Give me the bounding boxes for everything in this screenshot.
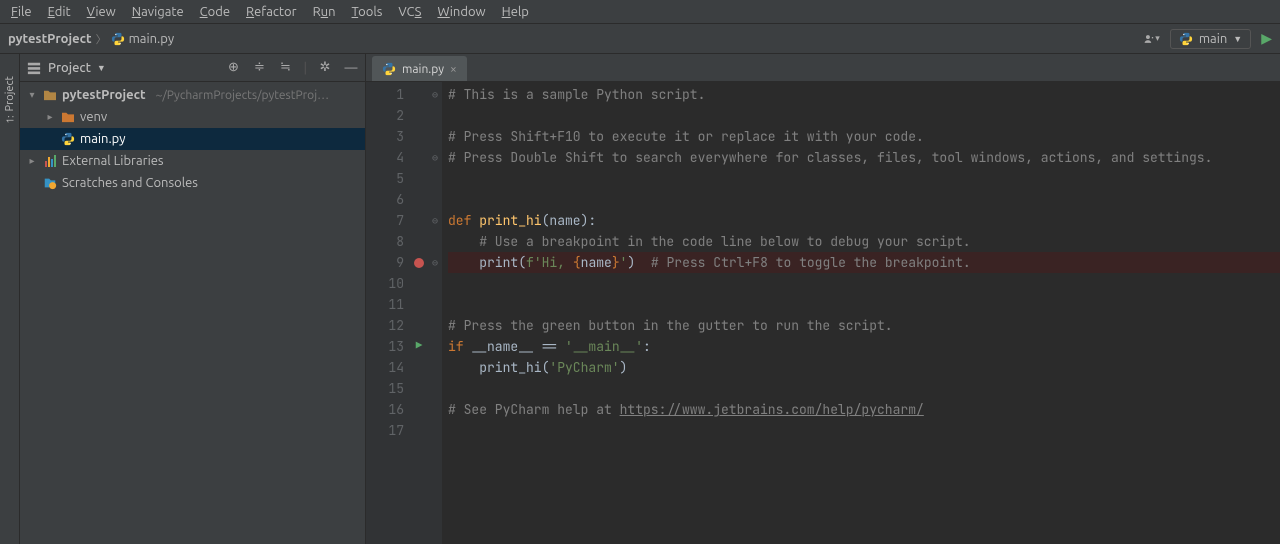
- tree-item-scratches[interactable]: ▸ Scratches and Consoles: [20, 172, 365, 194]
- menu-file[interactable]: File: [4, 3, 39, 21]
- folder-icon: [42, 89, 58, 101]
- expand-all-icon[interactable]: ≑: [252, 60, 268, 76]
- project-tool-tab[interactable]: 1: Project: [4, 76, 16, 123]
- project-panel: Project ▼ ⊕ ≑ ≒ | ✲ — ▾ pytestProject ~: [20, 54, 366, 544]
- chevron-right-icon: 〉: [96, 31, 107, 47]
- chevron-down-icon[interactable]: ▼: [97, 63, 106, 73]
- navbar: pytestProject 〉 main.py ▾ main ▼ ▶: [0, 24, 1280, 54]
- scratches-icon: [42, 176, 58, 190]
- tree-item-label: venv: [80, 110, 107, 124]
- chevron-right-icon[interactable]: ▸: [26, 155, 38, 167]
- menu-help[interactable]: Help: [495, 3, 536, 21]
- tree-item-label: main.py: [80, 132, 126, 146]
- editor-area: main.py × 1234567891011121314151617 ▶ ⊖⊖…: [366, 54, 1280, 544]
- run-config-label: main: [1199, 32, 1227, 46]
- breadcrumb-file-label: main.py: [129, 32, 175, 46]
- chevron-down-icon[interactable]: ▾: [26, 89, 38, 101]
- project-icon: [26, 60, 42, 76]
- add-user-icon[interactable]: ▾: [1144, 31, 1160, 47]
- tree-root-path: ~/PycharmProjects/pytestProj…: [156, 89, 330, 102]
- menu-window[interactable]: Window: [430, 3, 492, 21]
- menu-edit[interactable]: Edit: [41, 3, 78, 21]
- tree-item-label: Scratches and Consoles: [62, 176, 198, 190]
- code-area[interactable]: # This is a sample Python script.# Press…: [442, 82, 1280, 544]
- menu-code[interactable]: Code: [193, 3, 237, 21]
- fold-gutter: ⊖⊖⊖⊖: [428, 82, 442, 544]
- breadcrumb: pytestProject 〉 main.py: [8, 31, 174, 47]
- breakpoint-icon[interactable]: [414, 258, 424, 268]
- menu-navigate[interactable]: Navigate: [125, 3, 191, 21]
- tree-item-venv[interactable]: ▸ venv: [20, 106, 365, 128]
- hide-icon[interactable]: —: [343, 60, 359, 76]
- line-number-gutter: 1234567891011121314151617: [366, 82, 410, 544]
- run-gutter-icon[interactable]: ▶: [416, 336, 423, 357]
- tree-item-external-libs[interactable]: ▸ External Libraries: [20, 150, 365, 172]
- python-file-icon: [1179, 32, 1193, 46]
- python-file-icon: [60, 132, 76, 146]
- library-icon: [42, 155, 58, 167]
- breadcrumb-project[interactable]: pytestProject: [8, 32, 92, 46]
- menu-run[interactable]: Run: [306, 3, 343, 21]
- menu-view[interactable]: View: [80, 3, 123, 21]
- run-config-selector[interactable]: main ▼: [1170, 29, 1251, 49]
- project-tree: ▾ pytestProject ~/PycharmProjects/pytest…: [20, 82, 365, 544]
- editor-tab-label: main.py: [402, 63, 444, 76]
- menu-vcs[interactable]: VCS: [391, 3, 428, 21]
- tree-item-mainpy[interactable]: ▸ main.py: [20, 128, 365, 150]
- python-file-icon: [111, 32, 125, 46]
- menu-tools[interactable]: Tools: [345, 3, 390, 21]
- gear-icon[interactable]: ✲: [317, 60, 333, 76]
- editor-tabbar: main.py ×: [366, 54, 1280, 82]
- locate-icon[interactable]: ⊕: [226, 60, 242, 76]
- close-icon[interactable]: ×: [450, 63, 457, 76]
- run-button[interactable]: ▶: [1261, 30, 1272, 47]
- collapse-all-icon[interactable]: ≒: [278, 60, 294, 76]
- tree-root[interactable]: ▾ pytestProject ~/PycharmProjects/pytest…: [20, 84, 365, 106]
- tree-root-label: pytestProject: [62, 88, 146, 102]
- tree-item-label: External Libraries: [62, 154, 164, 168]
- menu-refactor[interactable]: Refactor: [239, 3, 304, 21]
- chevron-right-icon[interactable]: ▸: [44, 111, 56, 123]
- menubar: File Edit View Navigate Code Refactor Ru…: [0, 0, 1280, 24]
- project-panel-header: Project ▼ ⊕ ≑ ≒ | ✲ —: [20, 54, 365, 82]
- folder-icon: [60, 111, 76, 123]
- python-file-icon: [382, 62, 396, 76]
- breadcrumb-file[interactable]: main.py: [111, 32, 175, 46]
- editor-tab-mainpy[interactable]: main.py ×: [372, 56, 467, 81]
- editor-body[interactable]: 1234567891011121314151617 ▶ ⊖⊖⊖⊖ # This …: [366, 82, 1280, 544]
- chevron-down-icon: ▼: [1233, 34, 1242, 44]
- project-panel-title: Project: [48, 61, 91, 75]
- gutter-marks: ▶: [410, 82, 428, 544]
- tool-window-stripe: 1: Project: [0, 54, 20, 544]
